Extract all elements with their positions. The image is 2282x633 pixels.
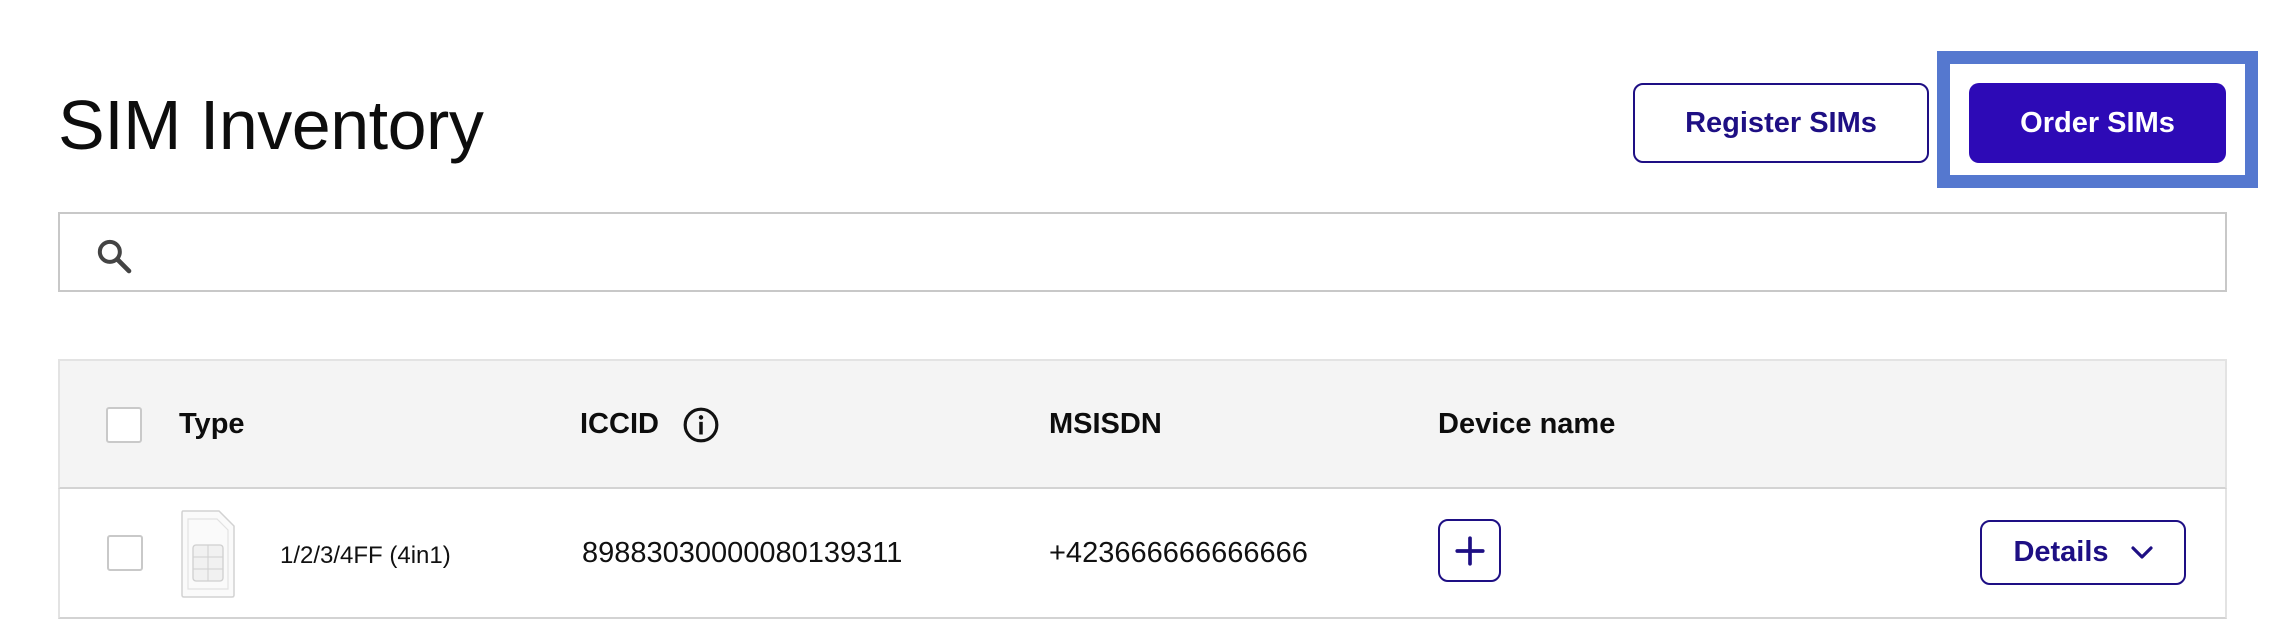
column-header-type[interactable]: Type (179, 406, 245, 442)
info-icon[interactable] (682, 406, 720, 444)
sim-inventory-page: SIM Inventory Register SIMs Order SIMs T… (0, 0, 2282, 633)
order-sims-label: Order SIMs (2020, 106, 2175, 139)
column-header-msisdn[interactable]: MSISDN (1049, 406, 1162, 442)
select-all-checkbox[interactable] (106, 407, 142, 443)
register-sims-button[interactable]: Register SIMs (1633, 83, 1929, 163)
table-row: 1/2/3/4FF (4in1) 89883030000080139311 +4… (58, 489, 2227, 619)
sim-type: 1/2/3/4FF (4in1) (280, 542, 451, 569)
search-icon (97, 239, 132, 274)
sim-table: Type ICCID MSISDN Device name 1/2/3/4FF … (58, 359, 2227, 619)
sim-card-icon (181, 510, 235, 598)
order-sims-button[interactable]: Order SIMs (1969, 83, 2226, 163)
column-header-iccid[interactable]: ICCID (580, 406, 659, 442)
register-sims-label: Register SIMs (1685, 106, 1877, 139)
details-label: Details (2013, 536, 2109, 568)
search-bar (58, 212, 2227, 292)
search-input[interactable] (160, 214, 2215, 290)
column-header-device-name[interactable]: Device name (1438, 406, 1615, 442)
add-device-name-button[interactable] (1438, 519, 1501, 582)
sim-msisdn: +423666666666666 (1049, 537, 1308, 569)
sim-iccid: 89883030000080139311 (582, 537, 903, 569)
table-header: Type ICCID MSISDN Device name (58, 359, 2227, 489)
chevron-down-icon (2130, 545, 2153, 559)
details-dropdown-button[interactable]: Details (1980, 520, 2186, 585)
row-select-checkbox[interactable] (107, 535, 143, 571)
plus-icon (1454, 535, 1485, 566)
page-title: SIM Inventory (58, 86, 484, 164)
